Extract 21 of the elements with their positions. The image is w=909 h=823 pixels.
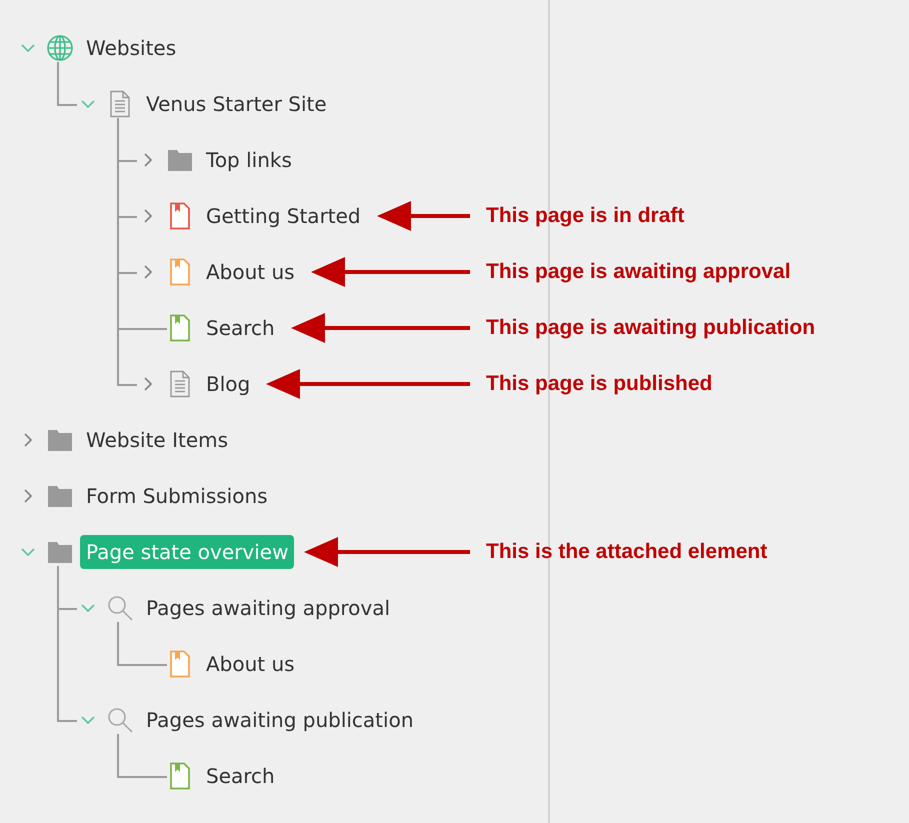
annotation-text: This page is awaiting approval bbox=[486, 260, 791, 284]
tree-node-label[interactable]: Search bbox=[200, 311, 281, 345]
annotation-text: This is the attached element bbox=[486, 540, 768, 564]
globe-icon bbox=[46, 34, 74, 62]
annotation-text: This page is published bbox=[486, 372, 712, 396]
tree-node-label[interactable]: Blog bbox=[200, 367, 256, 401]
search-icon bbox=[106, 706, 134, 734]
tree-node-label[interactable]: Getting Started bbox=[200, 199, 367, 233]
tree-node-label[interactable]: About us bbox=[200, 647, 301, 681]
tree-node-label[interactable]: Form Submissions bbox=[80, 479, 274, 513]
annotation-text: This page is in draft bbox=[486, 204, 684, 228]
search-icon bbox=[106, 594, 134, 622]
tree-node-label[interactable]: Venus Starter Site bbox=[140, 87, 333, 121]
tree-node-label[interactable]: Pages awaiting approval bbox=[140, 591, 396, 625]
tree-node-label[interactable]: Search bbox=[200, 759, 281, 793]
tree-node-label[interactable]: Pages awaiting publication bbox=[140, 703, 420, 737]
tree-node-label[interactable]: Website Items bbox=[80, 423, 234, 457]
tree-node-label[interactable]: Websites bbox=[80, 31, 182, 65]
tree-node-label[interactable]: About us bbox=[200, 255, 301, 289]
tree-node-label[interactable]: Top links bbox=[200, 143, 298, 177]
annotation-text: This page is awaiting publication bbox=[486, 316, 816, 340]
